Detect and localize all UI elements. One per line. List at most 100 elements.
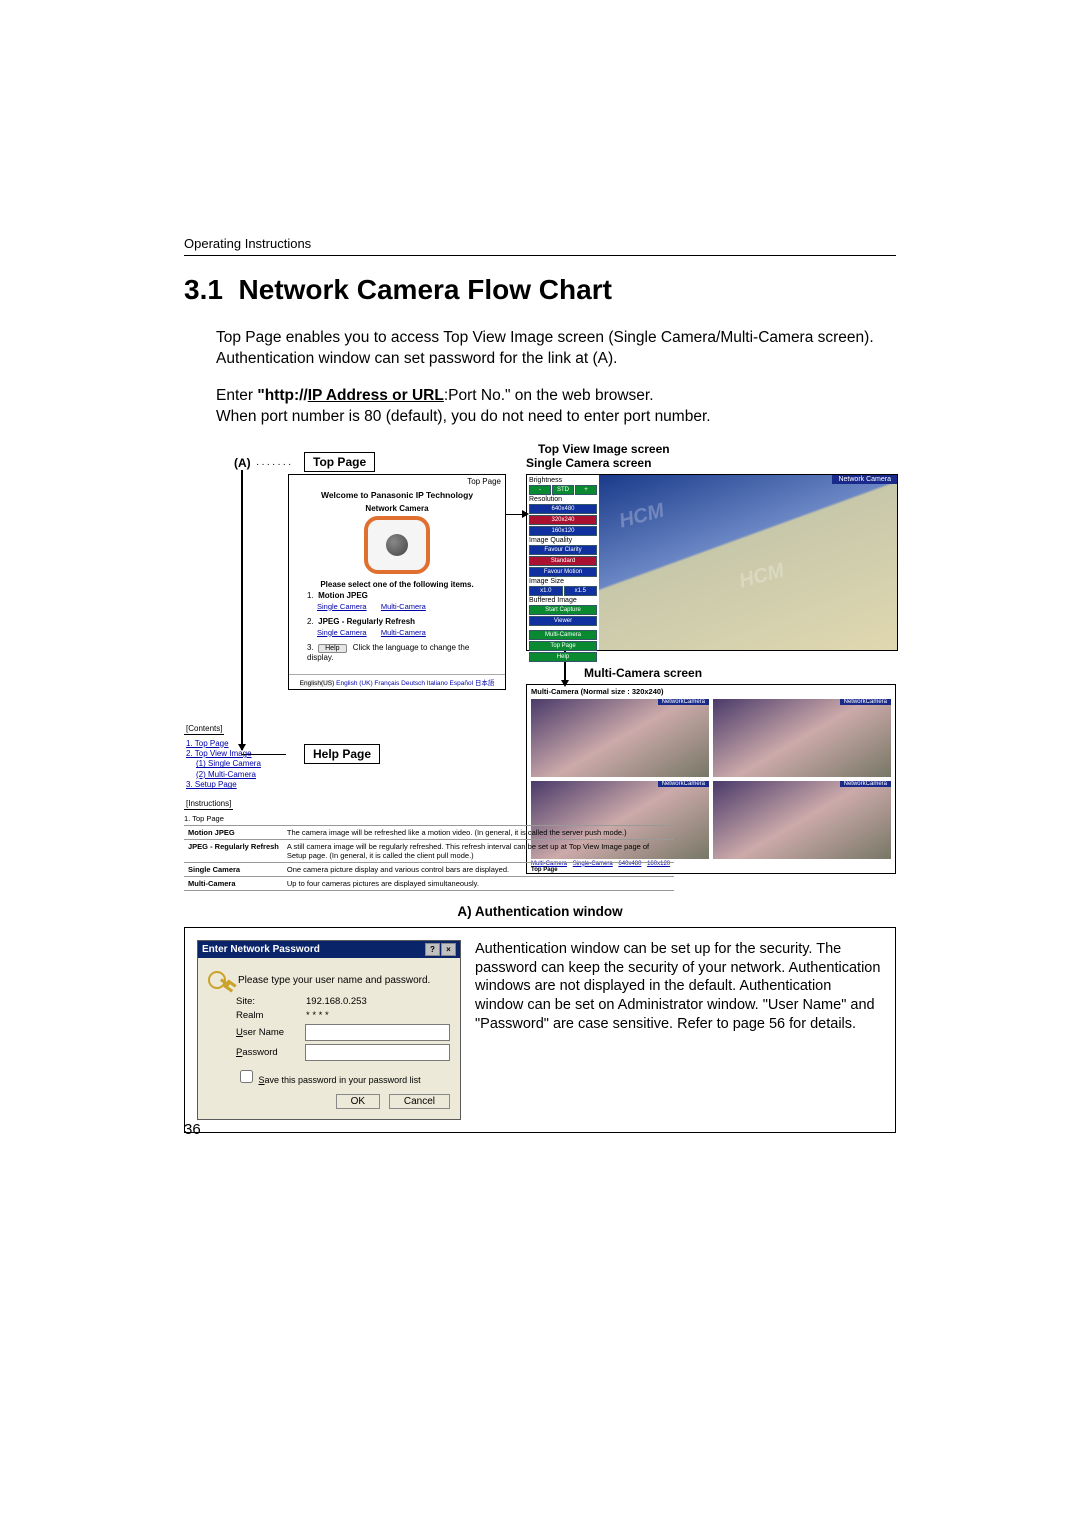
ok-button[interactable]: OK [336,1094,380,1109]
link-multi-camera-2[interactable]: Multi-Camera [381,628,426,637]
dialog-title: Enter Network Password [202,944,320,955]
size-1x[interactable]: x1.0 [529,586,563,596]
watermark-2: HCM [737,559,787,593]
item-motion-jpeg: Motion JPEG [318,591,368,600]
password-input[interactable] [305,1044,450,1061]
header-rule [184,255,896,256]
label-single-camera: Single Camera screen [526,456,651,470]
viewer[interactable]: Viewer [529,616,597,626]
password-label: Password [236,1047,305,1058]
intro-paragraph: Top Page enables you to access Top View … [216,328,896,370]
quality-motion[interactable]: Favour Motion [529,567,597,577]
quality-label: Image Quality [529,537,597,544]
top-page-instruction: Please select one of the following items… [289,580,505,589]
language-bar[interactable]: English(US) English (UK) Français Deutsc… [289,674,505,689]
lang-selected[interactable]: English(US) [300,680,335,687]
section-title: Network Camera Flow Chart [239,274,612,305]
realm-label: Realm [236,1010,306,1021]
section-number: 3.1 [184,274,223,305]
section-heading: 3.1 Network Camera Flow Chart [184,274,896,306]
single-camera-image: Network Camera HCM HCM [599,475,897,650]
cancel-button[interactable]: Cancel [389,1094,450,1109]
auth-dialog: Enter Network Password ?× Please type yo… [197,940,461,1120]
help-links: 1. Top Page 2. Top View Image (1) Single… [186,739,504,791]
marker-a: (A) [234,456,251,470]
close-icon[interactable]: × [441,943,456,956]
multi-camera-cell-2: NetworkCamera [713,699,891,777]
key-icon [208,969,232,993]
res-160[interactable]: 160x120 [529,526,597,536]
watermark-1: HCM [617,499,667,533]
top-page-small-title: Top Page [289,475,505,488]
top-page-window: Top Page Welcome to Panasonic IP Technol… [288,474,506,690]
help-link-4[interactable]: (2) Multi-Camera [196,770,504,780]
top-page-camera-label: Network Camera [289,504,505,513]
dotted-connector: ······· [256,459,293,470]
running-head: Operating Instructions [184,236,896,251]
instructions-table: Motion JPEGThe camera image will be refr… [184,825,674,891]
help-contents: [Contents] 1. Top Page 2. Top View Image… [184,724,504,891]
brightness-std[interactable]: STD [552,485,574,495]
camera-icon [364,516,430,574]
dialog-prompt: Please type your user name and password. [238,975,430,986]
help-link-2[interactable]: 2. Top View Image [186,749,504,759]
page-number: 36 [184,1121,201,1138]
dialog-titlebar: Enter Network Password ?× [198,941,460,958]
auth-frame: Enter Network Password ?× Please type yo… [184,927,896,1133]
brightness-label: Brightness [529,477,597,484]
enter-url-instruction: Enter "http://IP Address or URL:Port No.… [216,386,896,428]
item-jpeg-refresh: JPEG - Regularly Refresh [318,617,415,626]
nav-help[interactable]: Help [529,652,597,662]
lang-options[interactable]: English (UK) Français Deutsch Italiano E… [336,680,494,687]
username-input[interactable] [305,1024,450,1041]
size-label: Image Size [529,578,597,585]
port-note: When port number is 80 (default), you do… [216,408,711,425]
realm-value: * * * * [306,1010,329,1021]
label-top-view: Top View Image screen [538,442,670,456]
network-camera-tag: Network Camera [832,475,897,484]
help-link-1[interactable]: 1. Top Page [186,739,504,749]
window-buttons: ?× [424,943,456,956]
help-button[interactable]: Help [318,644,346,653]
resolution-label: Resolution [529,496,597,503]
label-top-page: Top Page [304,452,375,472]
site-value: 192.168.0.253 [306,996,367,1007]
brightness-plus[interactable]: + [575,485,597,495]
instr-row-3: Single CameraOne camera picture display … [184,862,674,876]
contents-label: [Contents] [184,724,224,735]
multi-camera-cell-4: NetworkCamera [713,781,891,859]
link-single-camera-2[interactable]: Single Camera [317,628,367,637]
res-640[interactable]: 640x480 [529,504,597,514]
top-page-welcome: Welcome to Panasonic IP Technology [289,488,505,504]
arrow-to-single [504,514,524,516]
link-multi-camera[interactable]: Multi-Camera [381,602,426,611]
size-1-5x[interactable]: x1.5 [564,586,598,596]
instr-row-4: Multi-CameraUp to four cameras pictures … [184,876,674,890]
res-320[interactable]: 320x240 [529,515,597,525]
multi-camera-cell-1: NetworkCamera [531,699,709,777]
arrow-a-down [241,470,243,750]
username-label: User Name [236,1027,305,1038]
label-multi-camera: Multi-Camera screen [584,666,702,680]
quality-clarity[interactable]: Favour Clarity [529,545,597,555]
quality-standard[interactable]: Standard [529,556,597,566]
nav-top[interactable]: Top Page [529,641,597,651]
buffered-label: Buffered Image [529,597,597,604]
auth-description: Authentication window can be set up for … [475,940,883,1034]
single-camera-window: Brightness - STD + Resolution 640x480 32… [526,474,898,651]
instr-row-1: Motion JPEGThe camera image will be refr… [184,825,674,839]
save-password-row: Save this password in your password list [236,1067,450,1086]
brightness-minus[interactable]: - [529,485,551,495]
help-link-3[interactable]: (1) Single Camera [196,759,504,769]
nav-multi[interactable]: Multi-Camera [529,630,597,640]
link-single-camera[interactable]: Single Camera [317,602,367,611]
site-label: Site: [236,996,306,1007]
instructions-label: [Instructions] [184,799,233,810]
start-capture[interactable]: Start Capture [529,605,597,615]
help-link-5[interactable]: 3. Setup Page [186,780,504,790]
save-password-checkbox[interactable] [240,1070,253,1083]
multi-camera-head: Multi-Camera (Normal size : 320x240) [531,687,891,696]
instr-row-2: JPEG - Regularly RefreshA still camera i… [184,839,674,862]
help-icon[interactable]: ? [425,943,440,956]
auth-heading: A) Authentication window [184,904,896,919]
